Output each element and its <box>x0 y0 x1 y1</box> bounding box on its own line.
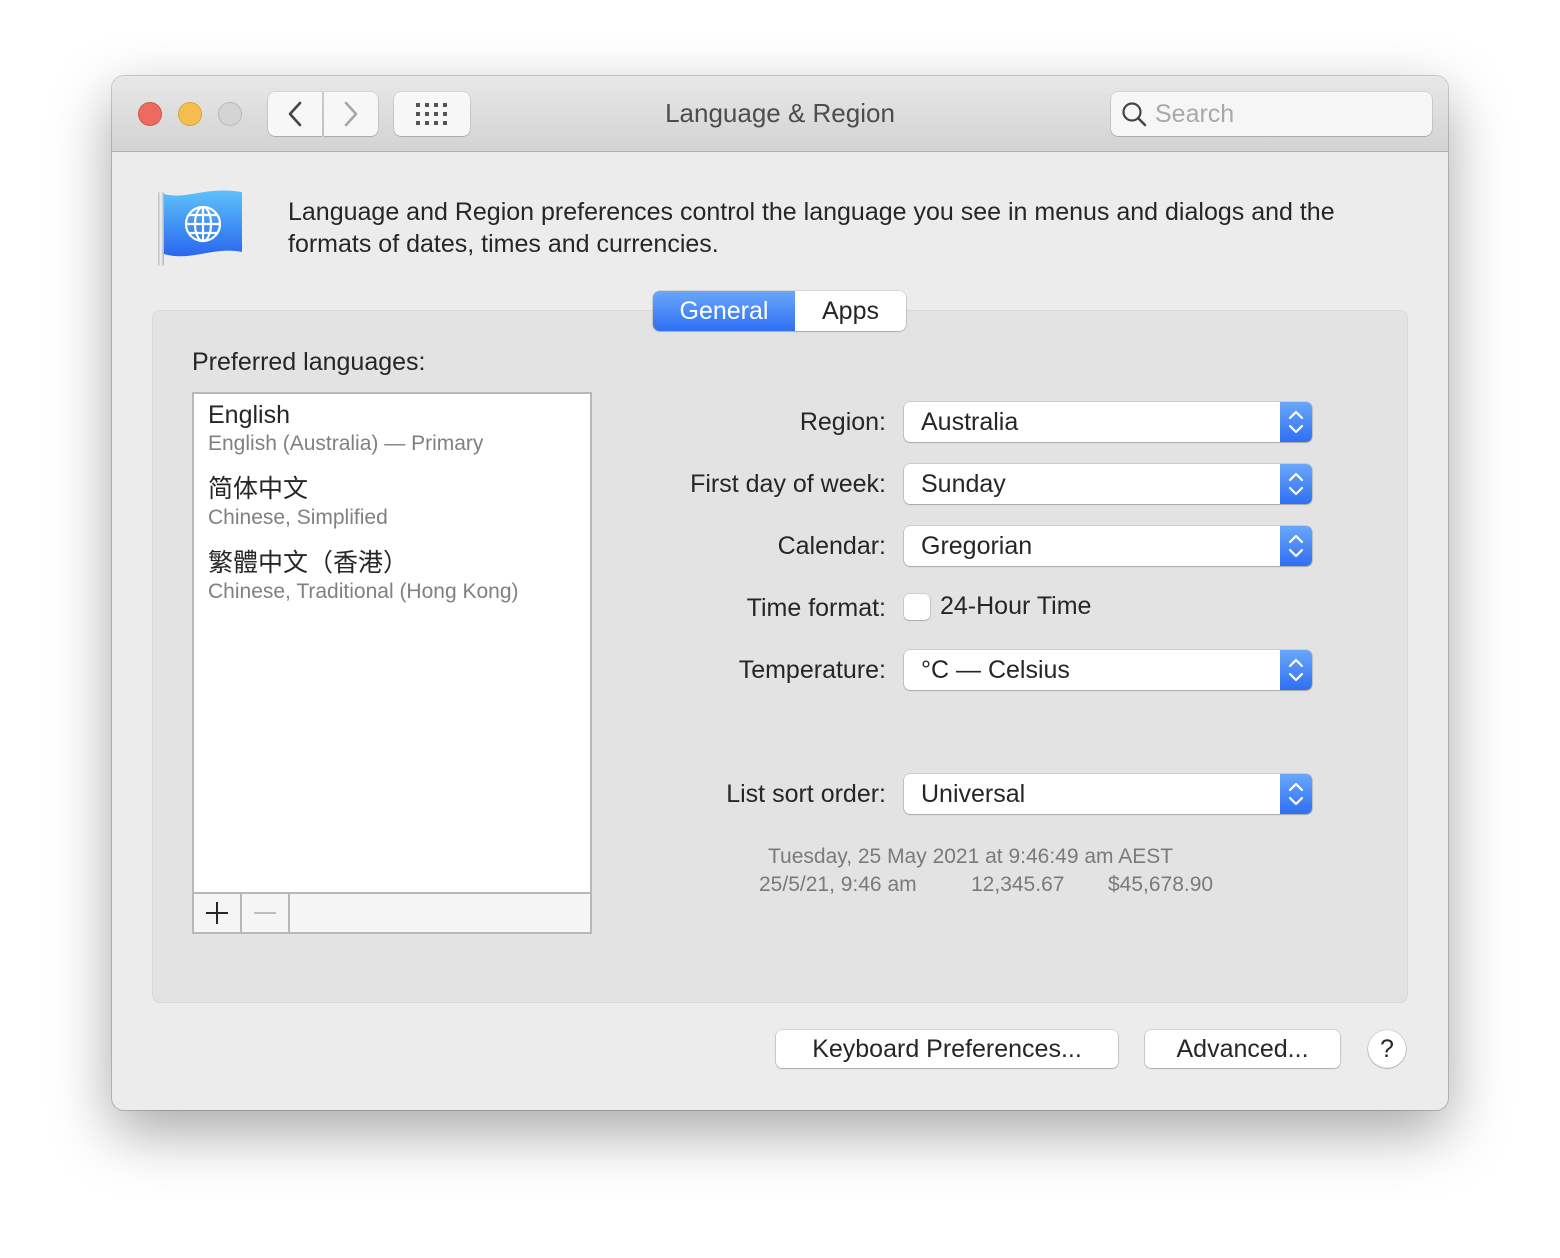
temperature-popup[interactable]: °C — Celsius <box>904 650 1312 690</box>
remove-language-button[interactable] <box>242 894 290 932</box>
sample-currency: $45,678.90 <box>1108 873 1214 896</box>
language-detail: Chinese, Traditional (Hong Kong) <box>208 580 519 603</box>
language-name: 简体中文 <box>208 475 309 503</box>
list-sort-popup[interactable]: Universal <box>904 774 1312 814</box>
list-item[interactable]: 简体中文 Chinese, Simplified <box>208 474 388 532</box>
calendar-popup[interactable]: Gregorian <box>904 526 1312 566</box>
pane-description: Language and Region preferences control … <box>288 198 1335 258</box>
language-name: 繁體中文（香港） <box>208 549 409 577</box>
region-popup[interactable]: Australia <box>904 402 1312 442</box>
sample-number: 12,345.67 <box>971 873 1065 896</box>
titlebar: Language & Region Search <box>112 76 1448 152</box>
first-day-popup[interactable]: Sunday <box>904 464 1312 504</box>
help-button[interactable]: ? <box>1368 1030 1406 1068</box>
list-sort-label: List sort order: <box>726 780 886 808</box>
list-toolbar <box>194 892 590 932</box>
sample-short-date: 25/5/21, 9:46 am <box>759 873 917 896</box>
search-icon <box>1122 102 1147 127</box>
updown-chevron-icon <box>1280 402 1312 442</box>
tab-general[interactable]: General <box>653 291 795 331</box>
language-name: English <box>208 401 290 429</box>
add-language-button[interactable] <box>194 894 242 932</box>
updown-chevron-icon <box>1280 774 1312 814</box>
temperature-value: °C — Celsius <box>921 655 1070 684</box>
tab-control: General Apps <box>653 291 906 331</box>
sample-long-date: Tuesday, 25 May 2021 at 9:46:49 am AEST <box>768 845 1174 868</box>
calendar-label: Calendar: <box>777 532 886 560</box>
globe-flag-icon <box>158 190 242 266</box>
list-item[interactable]: English English (Australia) — Primary <box>208 400 483 458</box>
24-hour-checkbox-label[interactable]: 24-Hour Time <box>940 592 1091 621</box>
region-label: Region: <box>799 408 886 436</box>
first-day-label: First day of week: <box>690 470 886 498</box>
list-sort-value: Universal <box>921 779 1026 808</box>
time-format-label: Time format: <box>746 594 886 622</box>
language-detail: English (Australia) — Primary <box>208 432 484 455</box>
updown-chevron-icon <box>1280 526 1312 566</box>
advanced-button[interactable]: Advanced... <box>1145 1030 1340 1068</box>
24-hour-checkbox[interactable] <box>904 594 930 620</box>
updown-chevron-icon <box>1280 464 1312 504</box>
minus-icon <box>254 912 276 914</box>
preferred-languages-label: Preferred languages: <box>192 348 426 376</box>
search-field[interactable]: Search <box>1111 92 1432 136</box>
first-day-value: Sunday <box>921 469 1006 498</box>
calendar-value: Gregorian <box>921 531 1033 560</box>
plus-icon <box>206 902 228 924</box>
region-value: Australia <box>921 407 1019 436</box>
temperature-label: Temperature: <box>738 656 886 684</box>
language-detail: Chinese, Simplified <box>208 506 388 529</box>
language-region-window: Language & Region Search Language and Re… <box>112 76 1448 1110</box>
tab-apps[interactable]: Apps <box>795 291 906 331</box>
keyboard-preferences-button[interactable]: Keyboard Preferences... <box>776 1030 1118 1068</box>
preferred-languages-list[interactable]: English English (Australia) — Primary 简体… <box>192 392 592 934</box>
list-item[interactable]: 繁體中文（香港） Chinese, Traditional (Hong Kong… <box>208 548 519 606</box>
search-placeholder: Search <box>1155 99 1235 128</box>
updown-chevron-icon <box>1280 650 1312 690</box>
